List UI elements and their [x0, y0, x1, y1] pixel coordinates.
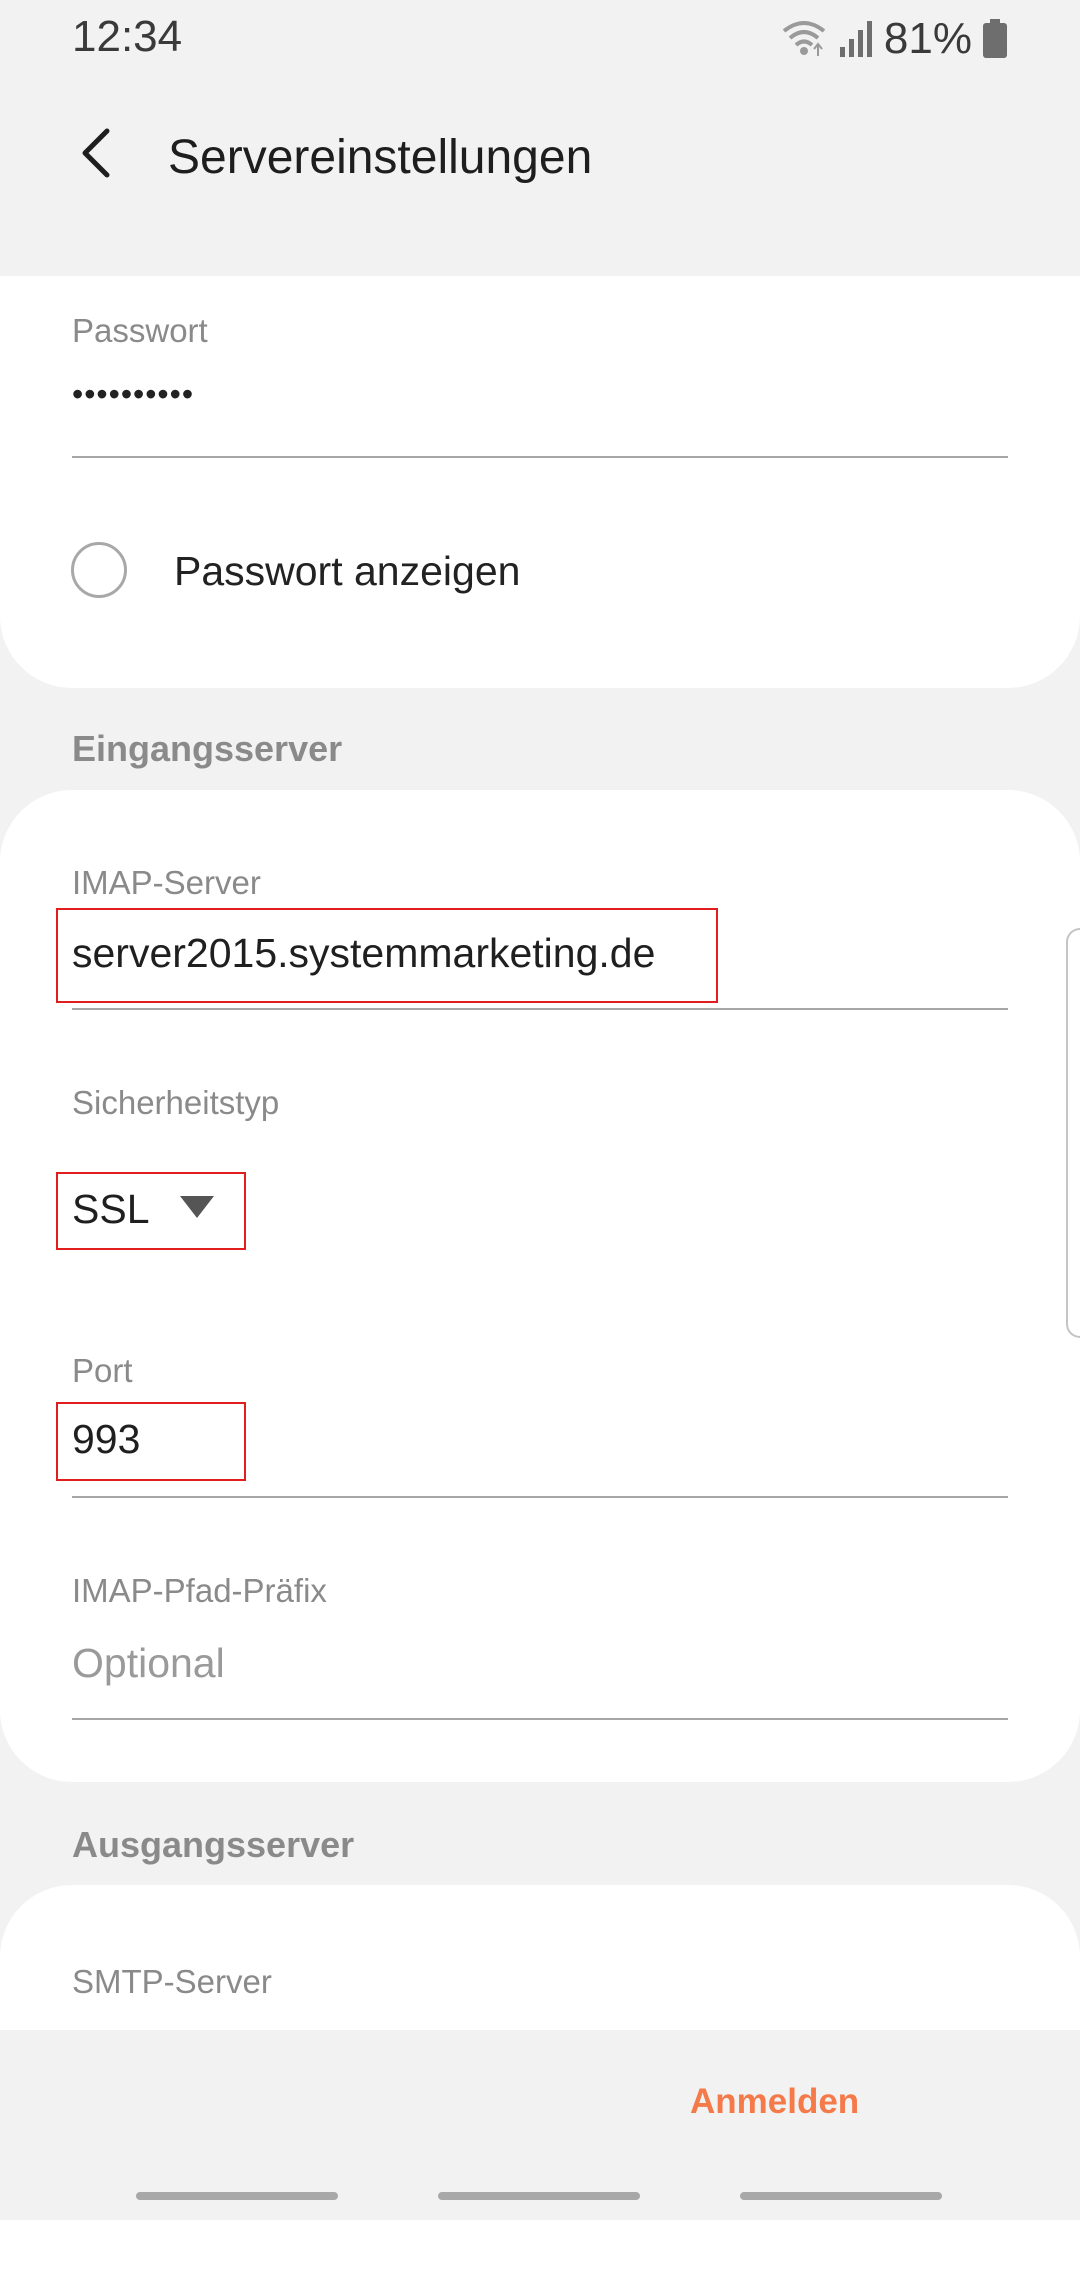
outgoing-server-header: Ausgangsserver: [72, 1824, 355, 1865]
nav-handle-right[interactable]: [740, 2192, 942, 2200]
incoming-server-header: Eingangsserver: [72, 728, 343, 769]
status-time: 12:34: [72, 12, 183, 61]
show-password-label[interactable]: Passwort anzeigen: [174, 548, 520, 595]
back-button[interactable]: [62, 120, 132, 190]
nav-handle-left[interactable]: [136, 2192, 338, 2200]
imap-server-underline: [72, 1008, 1008, 1010]
status-icons: 81%: [780, 14, 1008, 64]
login-button[interactable]: Anmelden: [690, 2082, 859, 2122]
smtp-server-label: SMTP-Server: [72, 1963, 272, 2000]
bottom-bar: Anmelden: [0, 2030, 1080, 2220]
wifi-icon: [780, 19, 828, 59]
password-underline: [72, 456, 1008, 458]
signal-icon: [838, 19, 874, 59]
page-title: Servereinstellungen: [168, 131, 593, 184]
battery-percent: 81%: [883, 14, 972, 63]
status-bar: 12:34 81%: [0, 0, 1080, 80]
nav-handle-center[interactable]: [438, 2192, 640, 2200]
port-underline: [72, 1496, 1008, 1498]
password-field[interactable]: ••••••••••: [72, 376, 194, 413]
show-password-radio[interactable]: [71, 542, 127, 598]
port-label: Port: [72, 1352, 133, 1389]
app-bar: Servereinstellungen: [0, 80, 1080, 270]
security-type-label: Sicherheitstyp: [72, 1084, 280, 1121]
account-card: Passwort •••••••••• Passwort anzeigen: [0, 276, 1080, 688]
port-highlight: [56, 1402, 246, 1481]
imap-path-prefix-label: IMAP-Pfad-Präfix: [72, 1572, 327, 1609]
scrollbar[interactable]: [1066, 928, 1080, 1338]
battery-icon: [982, 19, 1008, 59]
imap-path-prefix-input[interactable]: Optional: [72, 1640, 225, 1687]
back-arrow-icon: [77, 125, 117, 186]
password-label: Passwort: [72, 312, 208, 349]
incoming-server-card: IMAP-Server server2015.systemmarketing.d…: [0, 790, 1080, 1782]
imap-path-prefix-underline: [72, 1718, 1008, 1720]
imap-server-label: IMAP-Server: [72, 864, 261, 901]
security-type-highlight: [56, 1172, 246, 1250]
imap-server-highlight: [56, 908, 718, 1003]
